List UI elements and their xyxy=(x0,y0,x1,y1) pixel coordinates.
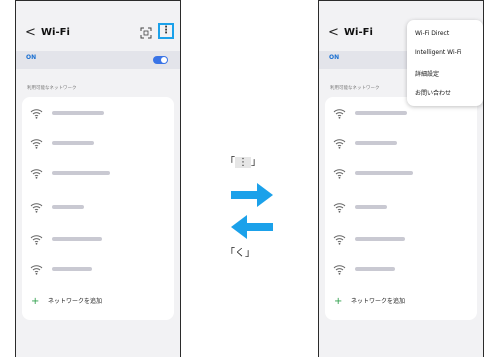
network-name-blurred xyxy=(355,237,405,241)
toggle-label: ON xyxy=(26,54,37,61)
network-row[interactable] xyxy=(325,261,477,281)
network-list: + ネットワークを追加 xyxy=(325,97,477,320)
network-name-blurred xyxy=(52,171,110,175)
wifi-signal-icon xyxy=(333,139,346,149)
network-row[interactable] xyxy=(22,105,174,125)
network-row[interactable] xyxy=(325,105,477,125)
wifi-signal-icon xyxy=(30,203,43,213)
network-row[interactable] xyxy=(325,165,477,185)
wifi-toggle-switch[interactable] xyxy=(153,56,168,64)
toggle-knob xyxy=(161,57,167,63)
bracket-open: 「 xyxy=(225,248,235,259)
network-name-blurred xyxy=(52,141,94,145)
add-network-label: ネットワークを追加 xyxy=(48,298,103,305)
add-network-label: ネットワークを追加 xyxy=(351,298,406,305)
bracket-close: 」 xyxy=(245,248,255,259)
network-name-blurred xyxy=(355,171,413,175)
network-name-blurred xyxy=(355,205,387,209)
network-row[interactable] xyxy=(22,199,174,219)
menu-item-contact-us[interactable]: お問い合わせ xyxy=(415,88,451,97)
wifi-signal-icon xyxy=(333,169,346,179)
arrow-right-icon xyxy=(231,183,273,207)
add-network-button[interactable]: + ネットワークを追加 xyxy=(325,293,477,311)
network-row[interactable] xyxy=(22,261,174,281)
back-button[interactable]: < xyxy=(328,23,339,43)
back-button-hint: 「く」 xyxy=(225,244,255,259)
network-row[interactable] xyxy=(325,135,477,155)
wifi-signal-icon xyxy=(333,265,346,275)
more-options-button[interactable]: ⋮ xyxy=(158,23,174,39)
network-name-blurred xyxy=(52,205,84,209)
arrow-left-icon xyxy=(231,215,273,239)
section-label: 利用可能なネットワーク xyxy=(330,86,380,91)
wifi-signal-icon xyxy=(30,235,43,245)
network-name-blurred xyxy=(52,237,102,241)
wifi-signal-icon xyxy=(333,109,346,119)
plus-icon: + xyxy=(334,296,343,307)
bracket-open: 「 xyxy=(225,157,235,168)
bracket-close: 」 xyxy=(251,157,261,168)
menu-item-wifi-direct[interactable]: Wi-Fi Direct xyxy=(415,30,449,37)
network-name-blurred xyxy=(355,141,397,145)
wifi-toggle-row[interactable]: ON xyxy=(16,51,180,69)
overflow-menu: Wi-Fi Direct Intelligent Wi-Fi 詳細設定 お問い合… xyxy=(407,20,483,106)
menu-item-intelligent-wifi[interactable]: Intelligent Wi-Fi xyxy=(415,49,462,56)
page-title: Wi-Fi xyxy=(344,27,373,38)
network-row[interactable] xyxy=(22,135,174,155)
wifi-signal-icon xyxy=(30,109,43,119)
network-name-blurred xyxy=(52,111,104,115)
network-list: + ネットワークを追加 xyxy=(22,97,174,320)
network-row[interactable] xyxy=(325,231,477,251)
network-row[interactable] xyxy=(22,165,174,185)
wifi-signal-icon xyxy=(333,203,346,213)
network-name-blurred xyxy=(355,267,395,271)
more-options-icon: ⋮ xyxy=(161,25,171,36)
back-button[interactable]: < xyxy=(25,23,36,43)
section-label: 利用可能なネットワーク xyxy=(27,86,77,91)
back-glyph: く xyxy=(235,248,245,259)
toggle-label: ON xyxy=(329,54,340,61)
menu-button-hint: 「⋮」 xyxy=(225,153,261,168)
phone-screen-before: < Wi-Fi ⋮ ON 利用可能なネットワーク + ネットワークを追加 xyxy=(15,0,181,357)
add-network-button[interactable]: + ネットワークを追加 xyxy=(22,293,174,311)
phone-screen-after: < Wi-Fi ON 利用可能なネットワーク + ネットワークを追加 Wi-Fi… xyxy=(318,0,484,357)
page-title: Wi-Fi xyxy=(41,27,70,38)
wifi-signal-icon xyxy=(333,235,346,245)
wifi-signal-icon xyxy=(30,265,43,275)
wifi-signal-icon xyxy=(30,139,43,149)
menu-item-advanced-settings[interactable]: 詳細設定 xyxy=(415,69,439,78)
wifi-signal-icon xyxy=(30,169,43,179)
app-header: < Wi-Fi ⋮ xyxy=(25,23,174,43)
network-row[interactable] xyxy=(325,199,477,219)
plus-icon: + xyxy=(31,296,40,307)
network-name-blurred xyxy=(355,111,407,115)
qr-scan-icon[interactable] xyxy=(140,27,152,39)
more-options-icon: ⋮ xyxy=(235,157,251,168)
network-name-blurred xyxy=(52,267,92,271)
network-row[interactable] xyxy=(22,231,174,251)
